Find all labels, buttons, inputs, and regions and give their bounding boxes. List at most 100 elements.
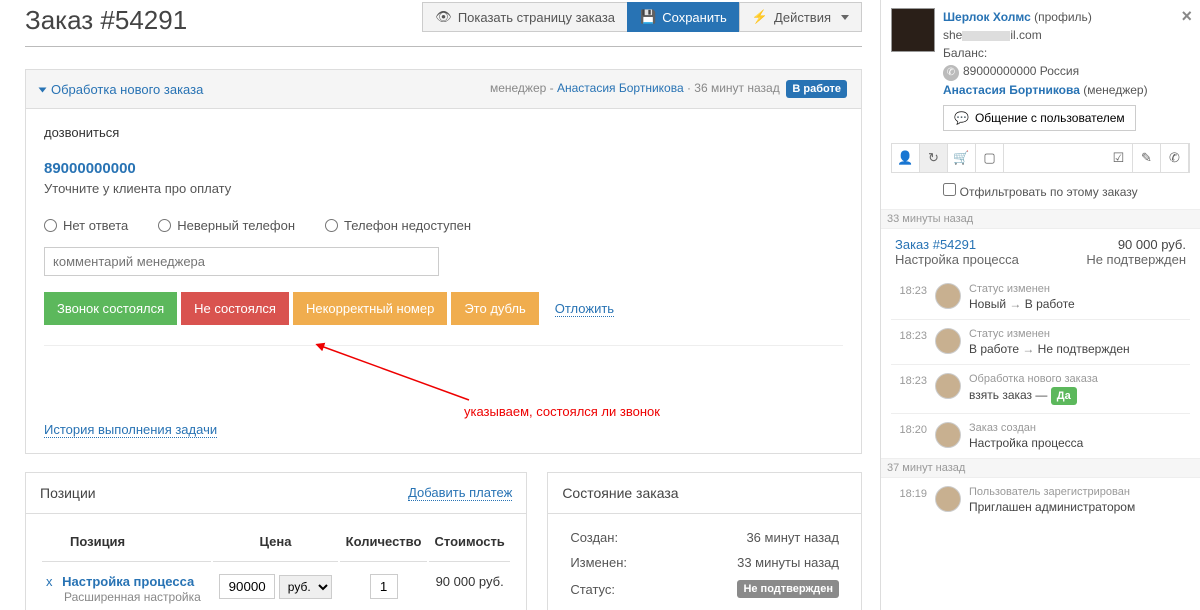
annotation-text: указываем, состоялся ли звонок — [464, 404, 660, 419]
invalid-number-button[interactable]: Некорректный номер — [293, 292, 447, 325]
currency-select[interactable]: руб. — [279, 575, 332, 599]
event-time: 18:23 — [893, 373, 927, 387]
tags-value: нет тегов — [671, 604, 845, 610]
qty-input[interactable] — [370, 574, 398, 599]
process-panel: Обработка нового заказа менеджер - Анаст… — [25, 69, 862, 454]
status-value: Не подтвержден — [671, 576, 845, 602]
radio-wrong-phone[interactable]: Неверный телефон — [158, 218, 295, 233]
event-item: 18:19 Пользователь зарегистрирован Приглаш… — [891, 478, 1190, 522]
position-subtitle: Расширенная настройка — [64, 590, 201, 604]
col-position: Позиция — [42, 526, 211, 562]
order-state-card: Состояние заказа Создан:36 минут назад И… — [547, 472, 862, 610]
event-head: Статус изменен — [969, 328, 1188, 340]
time-group-label: 33 минуты назад — [881, 209, 1200, 229]
postpone-link[interactable]: Отложить — [555, 301, 614, 317]
save-button[interactable]: 💾Сохранить — [627, 2, 740, 32]
order-name: Настройка процесса — [895, 252, 1019, 267]
event-avatar — [935, 373, 961, 399]
position-link[interactable]: Настройка процесса — [62, 574, 194, 589]
event-time: 18:20 — [893, 422, 927, 436]
manager-link[interactable]: Анастасия Бортникова — [557, 81, 684, 95]
col-cost: Стоимость — [429, 526, 510, 562]
order-amount: 90 000 руб. — [1118, 237, 1186, 252]
chat-icon: 💬 — [954, 111, 969, 125]
radio-unavailable[interactable]: Телефон недоступен — [325, 218, 471, 233]
event-item: 18:20 Заказ создан Настройка процесса — [891, 413, 1190, 458]
event-head: Статус изменен — [969, 283, 1188, 295]
col-qty: Количество — [340, 526, 427, 562]
show-order-page-button[interactable]: 👁Показать страницу заказа — [422, 2, 628, 32]
caret-down-icon — [39, 87, 47, 92]
profile-name-link[interactable]: Шерлок Холмс — [943, 10, 1031, 24]
event-item: 18:23 Статус изменен Новый → В работе — [891, 275, 1190, 319]
created-label: Создан: — [564, 526, 669, 549]
process-panel-toggle[interactable]: Обработка нового заказа — [40, 82, 490, 97]
event-avatar — [935, 328, 961, 354]
delete-row-button[interactable]: x — [46, 574, 53, 589]
status-badge: В работе — [786, 80, 847, 98]
event-item: 18:23 Статус изменен В работе → Не подтвер… — [891, 319, 1190, 364]
eye-icon: 👁 — [435, 9, 452, 25]
event-avatar — [935, 283, 961, 309]
avatar — [891, 8, 935, 52]
created-value: 36 минут назад — [671, 526, 845, 549]
event-avatar — [935, 422, 961, 448]
order-status: Не подтвержден — [1086, 252, 1186, 267]
actions-dropdown[interactable]: ⚡Действия — [739, 2, 862, 32]
modified-label: Изменен: — [564, 551, 669, 574]
tab-user[interactable]: 👤 — [892, 144, 920, 172]
event-item: 18:23 Обработка нового заказа взять заказ … — [891, 364, 1190, 413]
filter-checkbox[interactable]: Отфильтровать по этому заказу — [891, 183, 1190, 199]
cost-value: 90 000 руб. — [429, 564, 510, 604]
event-time: 18:19 — [893, 486, 927, 500]
order-link[interactable]: Заказ #54291 — [895, 237, 976, 252]
event-desc: взять заказ — Да — [969, 387, 1188, 405]
client-phone: 89000000000 — [44, 160, 843, 177]
tags-label: Теги: — [564, 604, 669, 610]
add-payment-link[interactable]: Добавить платеж — [408, 485, 512, 501]
profile-manager-link[interactable]: Анастасия Бортникова — [943, 83, 1080, 97]
page-title: Заказ #54291 — [25, 5, 415, 36]
tab-edit[interactable]: ✎ — [1133, 144, 1161, 172]
event-desc: В работе → Не подтвержден — [969, 342, 1188, 356]
close-sidebar-button[interactable]: × — [1181, 6, 1192, 27]
event-head: Обработка нового заказа — [969, 373, 1188, 385]
tab-check[interactable]: ☑ — [1105, 144, 1133, 172]
chevron-down-icon — [841, 15, 849, 20]
event-desc: Новый → В работе — [969, 297, 1188, 311]
call-success-button[interactable]: Звонок состоялся — [44, 292, 177, 325]
order-state-title: Состояние заказа — [562, 485, 847, 501]
event-desc: Настройка процесса — [969, 436, 1188, 450]
col-price: Цена — [213, 526, 338, 562]
status-label: Статус: — [564, 576, 669, 602]
positions-title: Позиции — [40, 485, 408, 501]
event-head: Заказ создан — [969, 422, 1188, 434]
balance-label: Баланс: — [943, 44, 1190, 62]
process-meta: менеджер - Анастасия Бортникова · 36 мин… — [490, 80, 847, 98]
modified-value: 33 минуты назад — [671, 551, 845, 574]
event-time: 18:23 — [893, 283, 927, 297]
radio-no-answer[interactable]: Нет ответа — [44, 218, 128, 233]
chat-button[interactable]: 💬Общение с пользователем — [943, 105, 1136, 131]
call-fail-button[interactable]: Не состоялся — [181, 292, 289, 325]
table-row: x Настройка процесса Расширенная настрой… — [42, 564, 510, 604]
event-head: Пользователь зарегистрирован — [969, 486, 1188, 498]
event-time: 18:23 — [893, 328, 927, 342]
event-avatar — [935, 486, 961, 512]
duplicate-button[interactable]: Это дубль — [451, 292, 538, 325]
time-group-label: 37 минут назад — [881, 458, 1200, 478]
tab-cart[interactable]: 🛒 — [948, 144, 976, 172]
price-input[interactable] — [219, 574, 275, 599]
bolt-icon: ⚡ — [752, 9, 768, 25]
tab-device[interactable]: ▢ — [976, 144, 1004, 172]
tab-history[interactable]: ↻ — [920, 144, 948, 172]
event-desc: Приглашен администратором — [969, 500, 1188, 514]
save-icon: 💾 — [640, 9, 656, 25]
manager-comment-input[interactable] — [44, 247, 439, 276]
task-history-link[interactable]: История выполнения задачи — [44, 422, 217, 438]
annotation-arrow — [309, 340, 489, 410]
task-text: дозвониться — [44, 125, 843, 140]
phone-icon: ✆ — [943, 65, 959, 81]
positions-card: Позиции Добавить платеж Позиция Цена Кол… — [25, 472, 527, 610]
tab-call[interactable]: ✆ — [1161, 144, 1189, 172]
